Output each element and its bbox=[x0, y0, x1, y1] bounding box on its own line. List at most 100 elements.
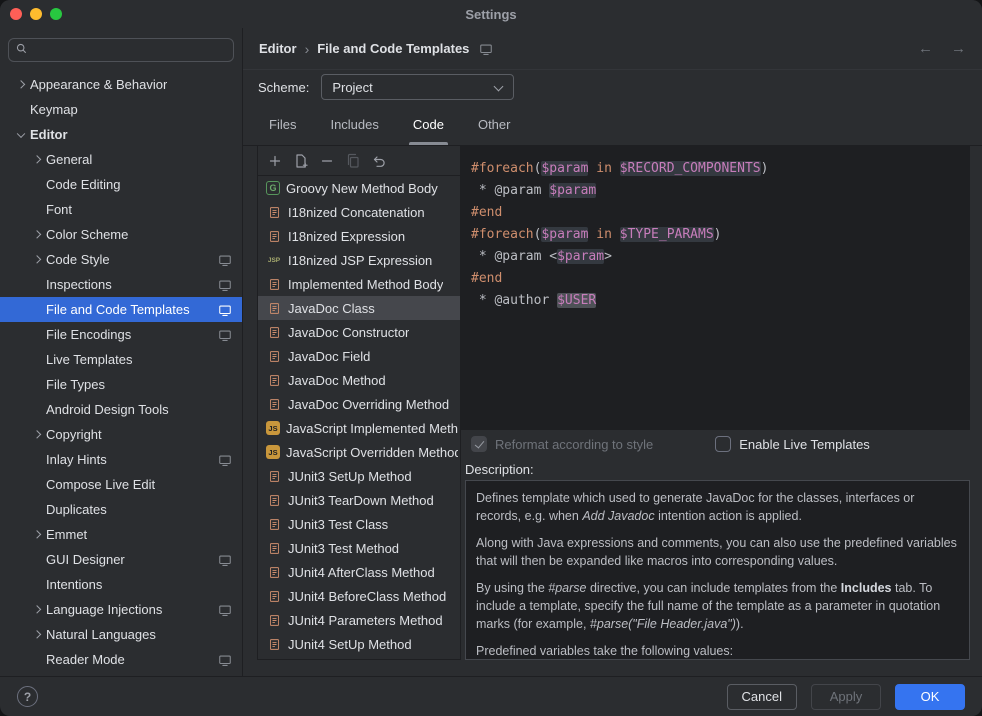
window-title: Settings bbox=[465, 7, 516, 22]
template-item-label: JavaDoc Overriding Method bbox=[288, 397, 449, 412]
apply-button[interactable]: Apply bbox=[811, 684, 881, 710]
template-detail-panel: #foreach($param in $RECORD_COMPONENTS) *… bbox=[461, 146, 970, 660]
sidebar-item-intentions[interactable]: Intentions bbox=[0, 572, 242, 597]
sidebar-item-label: Code Editing bbox=[46, 177, 120, 192]
template-item-javadoc-class[interactable]: JavaDoc Class bbox=[258, 296, 460, 320]
template-item-javadoc-field[interactable]: JavaDoc Field bbox=[258, 344, 460, 368]
reset-to-default-button[interactable] bbox=[368, 150, 390, 172]
template-item-junit3-setup-method[interactable]: JUnit3 SetUp Method bbox=[258, 464, 460, 488]
create-child-template-button[interactable] bbox=[290, 150, 312, 172]
sidebar-item-file-encodings[interactable]: File Encodings bbox=[0, 322, 242, 347]
code-line: #end bbox=[471, 268, 960, 290]
sidebar-item-gui-designer[interactable]: GUI Designer bbox=[0, 547, 242, 572]
template-item-i18nized-concatenation[interactable]: I18nized Concatenation bbox=[258, 200, 460, 224]
sidebar-item-copyright[interactable]: Copyright bbox=[0, 422, 242, 447]
sidebar-item-code-editing[interactable]: Code Editing bbox=[0, 172, 242, 197]
minimize-window-button[interactable] bbox=[30, 8, 42, 20]
template-icon bbox=[266, 612, 282, 628]
sidebar-item-natural-languages[interactable]: Natural Languages bbox=[0, 622, 242, 647]
template-item-junit4-setup-method[interactable]: JUnit4 SetUp Method bbox=[258, 632, 460, 656]
sidebar-item-compose-live-edit[interactable]: Compose Live Edit bbox=[0, 472, 242, 497]
sidebar-item-code-style[interactable]: Code Style bbox=[0, 247, 242, 272]
template-icon bbox=[266, 348, 282, 364]
sidebar-item-font[interactable]: Font bbox=[0, 197, 242, 222]
sidebar-item-android-design-tools[interactable]: Android Design Tools bbox=[0, 397, 242, 422]
help-button[interactable]: ? bbox=[17, 686, 38, 707]
remove-template-button[interactable] bbox=[316, 150, 338, 172]
template-item-junit4-parameters-method[interactable]: JUnit4 Parameters Method bbox=[258, 608, 460, 632]
template-options: Reformat according to style Enable Live … bbox=[461, 430, 970, 458]
groovy-icon: G bbox=[266, 181, 280, 195]
template-item-javascript-implemented-method[interactable]: JSJavaScript Implemented Method bbox=[258, 416, 460, 440]
template-item-junit4-afterclass-method[interactable]: JUnit4 AfterClass Method bbox=[258, 560, 460, 584]
chevron-spacer bbox=[30, 197, 46, 222]
template-item-junit3-teardown-method[interactable]: JUnit3 TearDown Method bbox=[258, 488, 460, 512]
template-item-label: JUnit3 SetUp Method bbox=[288, 469, 412, 484]
screen-icon bbox=[479, 42, 493, 56]
template-icon bbox=[266, 204, 282, 220]
screen-icon bbox=[218, 453, 232, 467]
template-code-editor[interactable]: #foreach($param in $RECORD_COMPONENTS) *… bbox=[461, 146, 970, 430]
sidebar-item-label: Compose Live Edit bbox=[46, 477, 155, 492]
sidebar-item-inlay-hints[interactable]: Inlay Hints bbox=[0, 447, 242, 472]
copy-template-button[interactable] bbox=[342, 150, 364, 172]
description-paragraph: Defines template which used to generate … bbox=[476, 489, 959, 525]
cancel-button[interactable]: Cancel bbox=[727, 684, 797, 710]
template-item-junit3-test-method[interactable]: JUnit3 Test Method bbox=[258, 536, 460, 560]
template-item-junit3-test-class[interactable]: JUnit3 Test Class bbox=[258, 512, 460, 536]
settings-search-input[interactable] bbox=[8, 38, 234, 62]
tab-files[interactable]: Files bbox=[265, 104, 300, 145]
tab-code[interactable]: Code bbox=[409, 104, 448, 145]
template-item-groovy-new-method-body[interactable]: G Groovy New Method Body bbox=[258, 176, 460, 200]
sidebar-item-live-templates[interactable]: Live Templates bbox=[0, 347, 242, 372]
template-icon bbox=[266, 300, 282, 316]
template-item-junit4-beforeclass-method[interactable]: JUnit4 BeforeClass Method bbox=[258, 584, 460, 608]
forward-button[interactable]: → bbox=[951, 40, 966, 57]
close-window-button[interactable] bbox=[10, 8, 22, 20]
code-line: #foreach($param in $RECORD_COMPONENTS) bbox=[471, 158, 960, 180]
description-box[interactable]: Defines template which used to generate … bbox=[465, 480, 970, 660]
sidebar-item-label: General bbox=[46, 152, 92, 167]
sidebar-item-duplicates[interactable]: Duplicates bbox=[0, 497, 242, 522]
chevron-spacer bbox=[30, 397, 46, 422]
template-item-i18nized-jsp-expression[interactable]: JSPI18nized JSP Expression bbox=[258, 248, 460, 272]
enable-live-templates-checkbox[interactable]: Enable Live Templates bbox=[715, 436, 870, 452]
sidebar-item-color-scheme[interactable]: Color Scheme bbox=[0, 222, 242, 247]
template-item-label: JUnit3 Test Method bbox=[288, 541, 399, 556]
sidebar-item-appearance-behavior[interactable]: Appearance & Behavior bbox=[0, 72, 242, 97]
scheme-select[interactable]: Project bbox=[321, 74, 514, 100]
back-arrow-icon: ← bbox=[918, 40, 933, 57]
sidebar-item-file-and-code-templates[interactable]: File and Code Templates bbox=[0, 297, 242, 322]
sidebar-item-emmet[interactable]: Emmet bbox=[0, 522, 242, 547]
tab-other[interactable]: Other bbox=[474, 104, 515, 145]
template-item-label: Groovy New Method Body bbox=[286, 181, 438, 196]
chevron-right-icon bbox=[30, 247, 46, 272]
chevron-right-icon bbox=[30, 222, 46, 247]
template-icon bbox=[266, 468, 282, 484]
zoom-window-button[interactable] bbox=[50, 8, 62, 20]
sidebar-item-editor[interactable]: Editor bbox=[0, 122, 242, 147]
breadcrumb-editor[interactable]: Editor bbox=[259, 41, 297, 56]
back-button[interactable]: ← bbox=[918, 40, 933, 57]
template-item-javadoc-constructor[interactable]: JavaDoc Constructor bbox=[258, 320, 460, 344]
template-item-i18nized-expression[interactable]: I18nized Expression bbox=[258, 224, 460, 248]
template-item-javascript-overridden-method[interactable]: JSJavaScript Overridden Method bbox=[258, 440, 460, 464]
template-item-implemented-method-body[interactable]: Implemented Method Body bbox=[258, 272, 460, 296]
template-item-label: JUnit4 Parameters Method bbox=[288, 613, 443, 628]
undo-icon bbox=[371, 153, 387, 169]
tab-includes[interactable]: Includes bbox=[326, 104, 382, 145]
sidebar-item-keymap[interactable]: Keymap bbox=[0, 97, 242, 122]
sidebar-item-label: Inlay Hints bbox=[46, 452, 107, 467]
create-template-button[interactable] bbox=[264, 150, 286, 172]
sidebar-item-file-types[interactable]: File Types bbox=[0, 372, 242, 397]
template-item-label: JavaDoc Field bbox=[288, 349, 370, 364]
sidebar-item-language-injections[interactable]: Language Injections bbox=[0, 597, 242, 622]
template-item-javadoc-method[interactable]: JavaDoc Method bbox=[258, 368, 460, 392]
sidebar-item-general[interactable]: General bbox=[0, 147, 242, 172]
sidebar-item-reader-mode[interactable]: Reader Mode bbox=[0, 647, 242, 672]
sidebar-item-inspections[interactable]: Inspections bbox=[0, 272, 242, 297]
template-item-javadoc-overriding-method[interactable]: JavaDoc Overriding Method bbox=[258, 392, 460, 416]
reformat-checkbox[interactable]: Reformat according to style bbox=[471, 436, 653, 452]
ok-button[interactable]: OK bbox=[895, 684, 965, 710]
template-icon bbox=[266, 588, 282, 604]
